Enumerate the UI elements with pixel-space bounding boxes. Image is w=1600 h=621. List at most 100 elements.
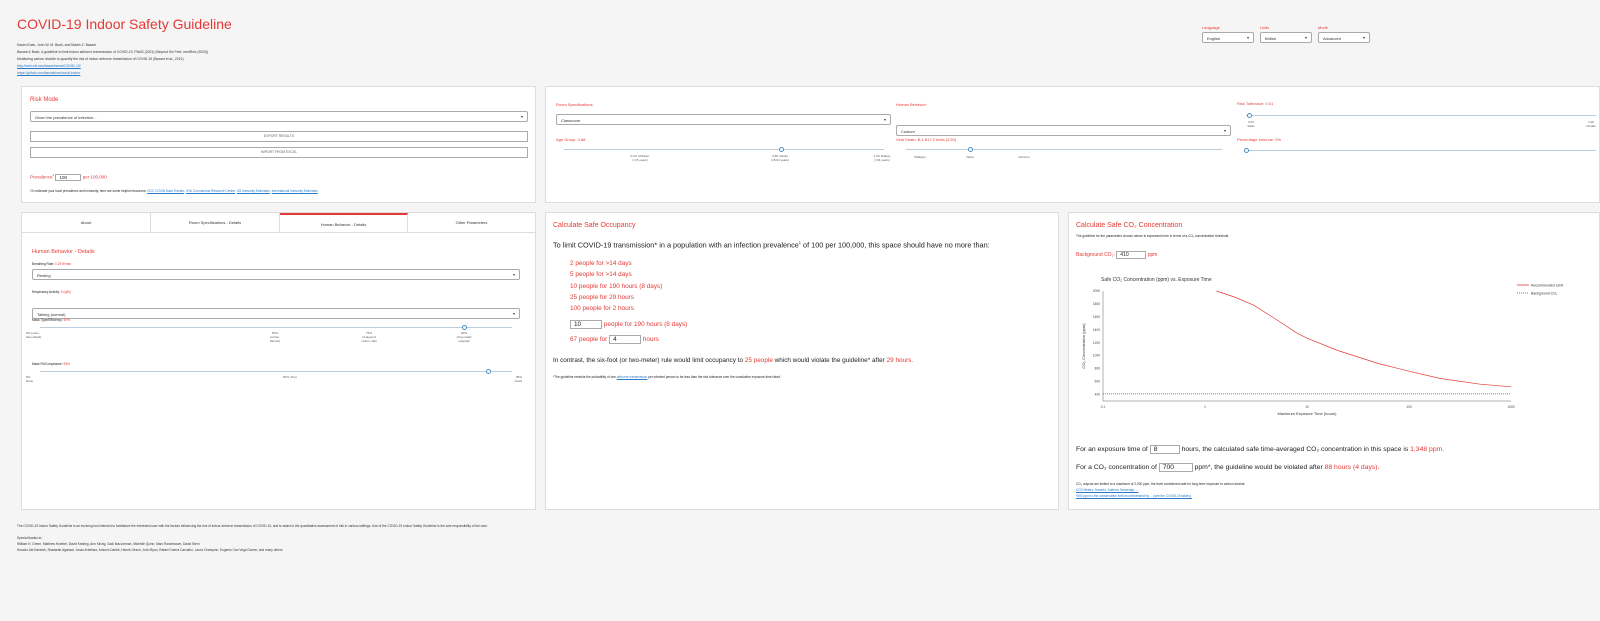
link-cdc[interactable]: CDC COVID Data Tracker — [147, 189, 184, 193]
risk-tolerance-label: Risk Tolerance: 0.01 — [1237, 101, 1274, 106]
viral-strain-thumb[interactable] — [968, 147, 973, 152]
tab-bar: About Room Specifications - Details Huma… — [22, 213, 535, 233]
occupancy-line: 10 people for 190 hours (8 days) — [570, 282, 663, 290]
x-tick-label: 1000 — [1507, 405, 1514, 409]
page-title: COVID-19 Indoor Safety Guideline — [17, 16, 232, 32]
link-airborne[interactable]: airborne transmission — [617, 375, 647, 379]
prevalence-row: Prevalence1 100 per 100,000 — [30, 173, 107, 181]
link-co2-limit[interactable]: *800 ppm is the conservative limit recom… — [1076, 494, 1192, 498]
breathing-rate-label: Breathing Rate: 0.29 ft³/min — [32, 262, 71, 266]
link-us-immunity[interactable]: US Immunity Estimates — [237, 189, 270, 193]
authors: Kasim Khan, John W. M. Bush, and Martin … — [17, 43, 97, 47]
header-meta: Kasim Khan, John W. M. Bush, and Martin … — [17, 42, 208, 77]
mask-fit-label: Mask Fit/Compliance: 95% — [32, 362, 70, 366]
chevron-down-icon: ▾ — [1362, 35, 1365, 40]
exposure-row: For an exposure time of 8 hours, the cal… — [1076, 445, 1445, 454]
age-group-slider[interactable] — [564, 149, 884, 150]
breathing-rate-select[interactable]: Resting ▾ — [32, 269, 520, 280]
ref-co2: Monitoring carbon dioxide to quantify th… — [17, 57, 184, 61]
co2-subtitle: The guideline for the parameters chosen … — [1076, 234, 1230, 238]
human-behavior-label: Human Behavior: — [896, 102, 927, 107]
y-tick-label: 800 — [1095, 367, 1101, 371]
tab-room-details[interactable]: Room Specifications - Details — [151, 213, 280, 233]
y-tick-label: 1600 — [1093, 315, 1100, 319]
link-jhu[interactable]: JHU Coronavirus Resource Center — [186, 189, 235, 193]
y-axis-label: CO₂ Concentration (ppm) — [1081, 323, 1086, 369]
occupancy-list: 2 people for >14 days 5 people for >14 d… — [570, 258, 662, 314]
mask-type-label: Mask Type/Efficiency: 90% — [32, 318, 70, 322]
room-spec-label: Room Specifications: — [556, 102, 594, 107]
y-tick-label: 1400 — [1093, 328, 1100, 332]
co2-heading: Calculate Safe CO₂ Concentration — [1076, 222, 1183, 229]
import-excel-button[interactable]: IMPORT FROM EXCEL — [30, 147, 528, 158]
risk-mode-select[interactable]: Given the prevalence of infection... ▾ — [30, 111, 528, 122]
risk-mark-max: 1.00 Unsafe — [1586, 120, 1596, 128]
ref-pnas: Bazant & Bush, A guideline to limit indo… — [17, 50, 209, 54]
mask-fit-slider[interactable] — [40, 371, 512, 372]
y-tick-label: 1200 — [1093, 341, 1100, 345]
tab-behavior-details[interactable]: Human Behavior - Details — [280, 213, 408, 233]
risk-tolerance-slider[interactable] — [1246, 115, 1596, 116]
percentage-immune-label: Percentage Immune: 0% — [1237, 137, 1282, 142]
fit-mark-none: 0% None — [26, 375, 34, 383]
occupancy-heading: Calculate Safe Occupancy — [553, 222, 636, 229]
age-mark-adults: 0.68: Adults (15-64 years) — [771, 154, 789, 162]
fit-mark-good: 95% Good — [514, 375, 522, 383]
link-github[interactable]: https://github.com/kasimkhan/covid-indoo… — [17, 71, 80, 75]
occupancy-line: 5 people for >14 days — [570, 271, 632, 279]
human-behavior-select[interactable]: Custom ▾ — [896, 125, 1231, 136]
respiratory-activity-select[interactable]: Talking (normal) ▾ — [32, 308, 520, 319]
chart-title: Safe CO₂ Concentration (ppm) vs. Exposur… — [1101, 277, 1212, 283]
risk-mode-card: Risk Mode Given the prevalence of infect… — [21, 86, 536, 203]
chevron-down-icon: ▾ — [1304, 35, 1307, 40]
exposure-time-input[interactable]: 8 — [1149, 445, 1180, 454]
strain-mark-wildtype: Wildtype — [914, 155, 926, 159]
background-co2-input[interactable]: 410 — [1116, 251, 1147, 259]
legend-label: Recommended Limit — [1531, 283, 1563, 287]
x-tick-label: 100 — [1406, 405, 1412, 409]
prevalence-input[interactable]: 100 — [55, 173, 82, 181]
mask-type-thumb[interactable] — [462, 325, 468, 330]
chevron-down-icon: ▾ — [1246, 35, 1249, 40]
age-mark-children: 0.23: Children (<15 years) — [630, 154, 650, 162]
link-co2-meters[interactable]: CO2 Meters: Aranet4, Kaiterra Sensedge, … — [1076, 488, 1139, 492]
x-tick-label: 10 — [1305, 405, 1309, 409]
x-tick-label: 0.1 — [1101, 405, 1106, 409]
mask-fit-thumb[interactable] — [485, 369, 491, 374]
room-spec-select[interactable]: Classroom ▾ — [556, 114, 891, 125]
thanks-line: Horacio Abi Darwish, Shadarah Agarwal, J… — [17, 548, 283, 552]
risk-tolerance-thumb[interactable] — [1247, 113, 1252, 118]
concentration-row: For a CO₂ concentration of 700 ppm*, the… — [1076, 463, 1380, 472]
respiratory-activity-label: Respiratory Activity: 5 (q/ft³) — [32, 290, 72, 294]
mask-mark-silk: 75% (3-layered cotton, silk) — [361, 331, 377, 343]
link-intl-immunity[interactable]: International Immunity Estimates — [272, 189, 318, 193]
series-line — [1216, 290, 1512, 388]
occupancy-note: *The guideline restricts the probability… — [553, 375, 781, 379]
y-tick-label: 2000 — [1093, 289, 1100, 293]
legend-label: Background CO₂ — [1531, 291, 1558, 295]
mask-mark-surgical: 90% (chg mask/ surgical) — [456, 331, 472, 343]
co2-concentration-input[interactable]: 700 — [1158, 463, 1193, 472]
risk-mode-heading: Risk Mode — [30, 97, 59, 103]
percentage-immune-slider[interactable] — [1246, 150, 1596, 151]
units-select[interactable]: Units British ▾ — [1260, 25, 1312, 43]
export-results-button[interactable]: EXPORT RESULTS — [30, 131, 528, 142]
y-tick-label: 1000 — [1093, 354, 1100, 358]
resources-footnote: ¹To estimate your local prevalence and i… — [30, 189, 318, 193]
viral-strain-slider[interactable] — [906, 149, 1222, 150]
percentage-immune-thumb[interactable] — [1243, 148, 1249, 153]
mask-type-slider[interactable] — [40, 327, 512, 328]
link-mit[interactable]: http://web.mit.edu/bazant/www/COVID-19/ — [17, 64, 81, 68]
custom-people-row: 10 people for 190 hours (8 days) — [570, 320, 687, 329]
x-axis-label: Maximum Exposure Time (hours) — [1278, 411, 1338, 416]
language-select[interactable]: Language English ▾ — [1202, 25, 1254, 43]
occupancy-intro: To limit COVID-19 transmission* in a pop… — [553, 240, 990, 250]
six-foot-contrast: In contrast, the six-foot (or two-meter)… — [553, 357, 914, 364]
custom-hours-input[interactable]: 4 — [609, 335, 642, 344]
age-group-thumb[interactable] — [779, 147, 785, 152]
mode-select[interactable]: Mode Advanced ▾ — [1318, 25, 1370, 43]
custom-people-input[interactable]: 10 — [570, 320, 602, 329]
tab-about[interactable]: About — [22, 213, 151, 233]
tab-other-params[interactable]: Other Parameters — [408, 213, 535, 233]
strain-mark-omicron: Omicron — [1018, 155, 1030, 159]
